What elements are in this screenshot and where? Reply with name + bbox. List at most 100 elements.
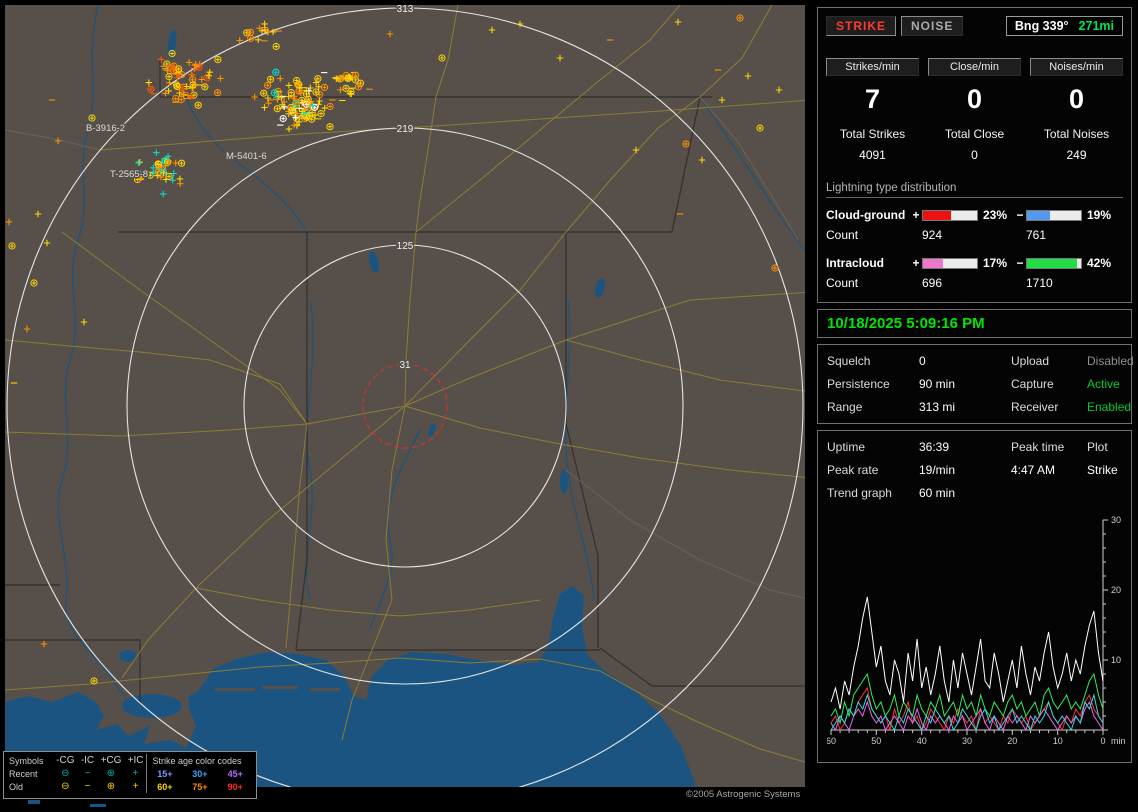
noise-button[interactable]: NOISE [901, 16, 964, 36]
legend-type-header: -IC [80, 755, 95, 766]
ic-minus-count: 1710 [1026, 276, 1053, 290]
range-label: Range [827, 400, 863, 414]
map-pane: 313 219 125 31 B-3916-2 M-5401-6 T-2565-8 Sym… [0, 0, 812, 812]
minus-sign: − [1016, 208, 1024, 222]
plot-value: Strike [1087, 463, 1118, 477]
strikes-per-min-header[interactable]: Strikes/min [826, 58, 919, 76]
uptime-value: 36:39 [919, 440, 950, 454]
age-code: 60+ [146, 780, 183, 793]
datetime-panel: 10/18/2025 5:09:16 PM [817, 309, 1132, 338]
cloud-ground-label: Cloud-ground [826, 208, 906, 222]
legend-type-header: +IC [127, 755, 144, 766]
legend-type-header: +CG [100, 755, 122, 766]
svg-text:30: 30 [1111, 515, 1121, 525]
svg-text:M-5401-6: M-5401-6 [226, 151, 267, 162]
cg-plus-bar [922, 209, 978, 221]
squelch-label: Squelch [827, 354, 871, 368]
svg-text:20: 20 [1111, 585, 1121, 595]
cg-minus-count: 761 [1026, 228, 1047, 242]
status-panel: Squelch 0 Upload Disabled Persistence 90… [817, 344, 1134, 424]
minus-icon: − [84, 768, 91, 779]
age-code: 90+ [227, 781, 243, 792]
cg-plus-pct: 23% [983, 208, 1008, 222]
circle-plus-icon: ⊕ [106, 781, 116, 792]
svg-text:T-2565-8: T-2565-8 [110, 169, 148, 180]
noises-per-min-header[interactable]: Noises/min [1030, 58, 1123, 76]
age-code: 75+ [192, 781, 208, 792]
ic-minus-pct: 42% [1087, 256, 1112, 270]
legend-recent-label: Recent [9, 768, 38, 779]
ic-minus-bar [1026, 257, 1082, 269]
datetime-value: 10/18/2025 5:09:16 PM [827, 315, 985, 332]
receiver-label: Receiver [1011, 400, 1059, 414]
lightning-monitor-window: 313 219 125 31 B-3916-2 M-5401-6 T-2565-8 Sym… [0, 0, 1138, 812]
close-per-min-header[interactable]: Close/min [928, 58, 1021, 76]
circle-minus-icon: ⊖ [61, 781, 70, 792]
age-code: 45+ [227, 768, 243, 779]
noises-per-min-value: 0 [1068, 84, 1085, 114]
cloud-ground-count-row: Count 924 761 [826, 228, 1123, 242]
bearing-distance: 271mi [1078, 19, 1114, 33]
minus-sign: − [1016, 256, 1024, 270]
trend-graph-window: 60 min [919, 486, 956, 500]
persistence-value: 90 min [919, 377, 956, 391]
circle-plus-icon: ⊕ [106, 768, 116, 779]
plus-sign: + [912, 256, 920, 270]
intracloud-count-row: Count 696 1710 [826, 276, 1123, 290]
count-label: Count [826, 228, 859, 242]
svg-text:31: 31 [399, 360, 411, 371]
legend-type-header: -CG [56, 755, 75, 766]
lightning-map[interactable]: 313 219 125 31 B-3916-2 M-5401-6 T-2565-8 [0, 0, 812, 812]
cg-plus-count: 924 [922, 228, 943, 242]
count-label: Count [826, 276, 859, 290]
svg-text:10: 10 [1111, 655, 1121, 665]
total-close-value: 0 [971, 148, 978, 162]
total-strikes-label: Total Strikes [839, 127, 906, 141]
intracloud-label: Intracloud [826, 256, 885, 270]
distribution-title: Lightning type distribution [826, 182, 1123, 198]
plus-sign: + [912, 208, 920, 222]
circle-minus-icon: ⊖ [61, 768, 70, 779]
peak-time-value: 4:47 AM [1011, 463, 1056, 477]
svg-text:min: min [1111, 736, 1126, 746]
svg-text:B-3916-2: B-3916-2 [86, 123, 125, 134]
svg-text:60: 60 [827, 736, 836, 746]
total-close-label: Total Close [944, 127, 1005, 141]
peak-time-label: Peak time [1011, 440, 1065, 454]
ic-plus-pct: 17% [983, 256, 1008, 270]
svg-text:313: 313 [397, 4, 414, 15]
svg-text:20: 20 [1007, 736, 1017, 746]
bearing-display: Bng 339° 271mi [1005, 16, 1123, 36]
legend-age-title: Strike age color codes [146, 754, 253, 767]
trend-graph: 60 50 40 30 20 10 0 min 10 20 30 [827, 515, 1126, 746]
copyright-text: ©2005 Astrogenic Systems [686, 789, 801, 800]
svg-text:40: 40 [917, 736, 927, 746]
total-noises-label: Total Noises [1043, 127, 1110, 141]
persistence-label: Persistence [827, 377, 890, 391]
strike-stats-panel: STRIKE NOISE Bng 339° 271mi Strikes/min … [817, 7, 1132, 303]
island-mark [90, 804, 106, 807]
plus-icon: + [132, 781, 139, 792]
legend-symbols-title: Symbols [9, 755, 44, 766]
svg-text:219: 219 [397, 124, 414, 135]
upload-label: Upload [1011, 354, 1050, 368]
svg-text:30: 30 [962, 736, 972, 746]
plot-label: Plot [1087, 440, 1108, 454]
svg-text:0: 0 [1100, 736, 1105, 746]
plus-icon: + [132, 768, 139, 779]
strikes-per-min-value: 7 [864, 84, 881, 114]
side-panel: STRIKE NOISE Bng 339° 271mi Strikes/min … [812, 0, 1138, 812]
svg-text:125: 125 [397, 241, 414, 252]
uptime-label: Uptime [827, 440, 866, 454]
range-value: 313 mi [919, 400, 956, 414]
peak-rate-value: 19/min [919, 463, 956, 477]
cloud-ground-row: Cloud-ground + 23% − 19% [826, 208, 1123, 222]
peak-rate-label: Peak rate [827, 463, 879, 477]
trend-panel: Uptime 36:39 Peak time Plot Peak rate 19… [817, 430, 1132, 763]
age-code: 15+ [146, 767, 183, 780]
map-legend: Symbols -CG -IC +CG +IC Strike age color… [3, 751, 257, 799]
capture-label: Capture [1011, 377, 1054, 391]
total-noises-value: 249 [1066, 148, 1087, 162]
strike-button[interactable]: STRIKE [826, 16, 897, 36]
trend-graph-label: Trend graph [827, 486, 892, 500]
